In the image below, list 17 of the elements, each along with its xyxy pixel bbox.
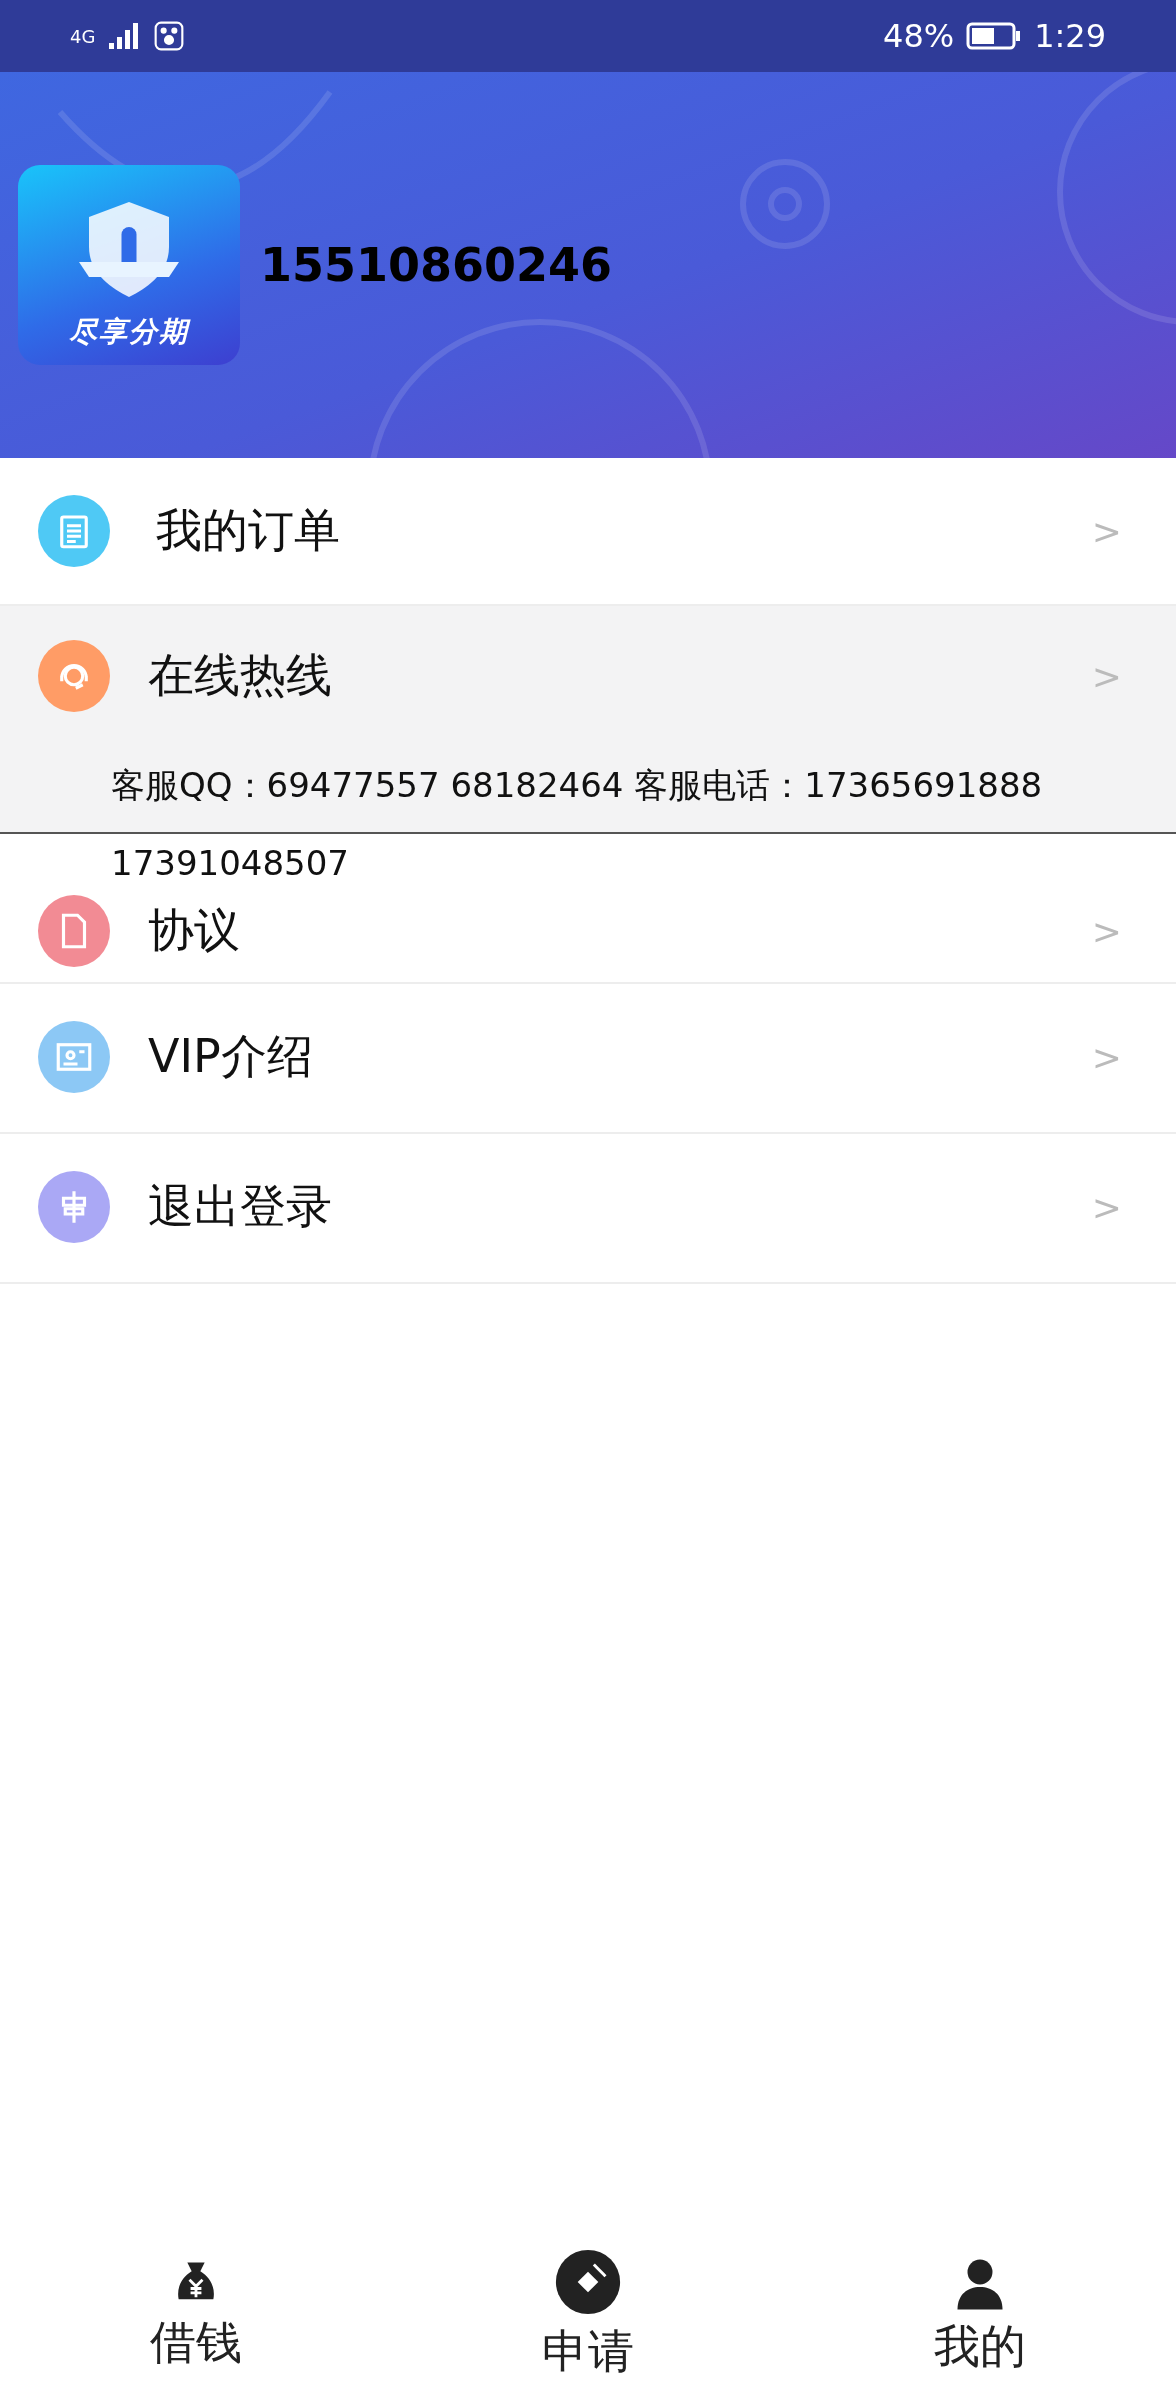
phone-number: 15510860246 [260,238,613,292]
menu-item[interactable]: 我的订单 > [0,458,1176,604]
paw-icon [153,20,186,52]
tab-bar-item[interactable]: 申请 [392,2230,784,2400]
menu-item[interactable]: VIP介绍 > [0,984,1176,1130]
app-logo: 尽享分期 [18,165,240,365]
tab-bar-item[interactable]: 借钱 [0,2230,392,2400]
battery-percent: 48% [883,17,955,55]
network-label: 4G [70,25,96,47]
menu-item[interactable]: 在线热线 > [0,606,1176,746]
hotline-contact-text: 客服QQ：69477557 68182464 客服电话：17365691888 17391048507 [110,764,1044,885]
menu-item[interactable]: 协议 > [0,884,1176,978]
battery-icon [966,22,1023,50]
clock: 1:29 [1034,17,1106,55]
coin-icon [553,2247,623,2317]
menu-item[interactable]: 退出登录 > [0,1134,1176,1280]
tab-bar-item[interactable]: 我的 [784,2230,1176,2400]
